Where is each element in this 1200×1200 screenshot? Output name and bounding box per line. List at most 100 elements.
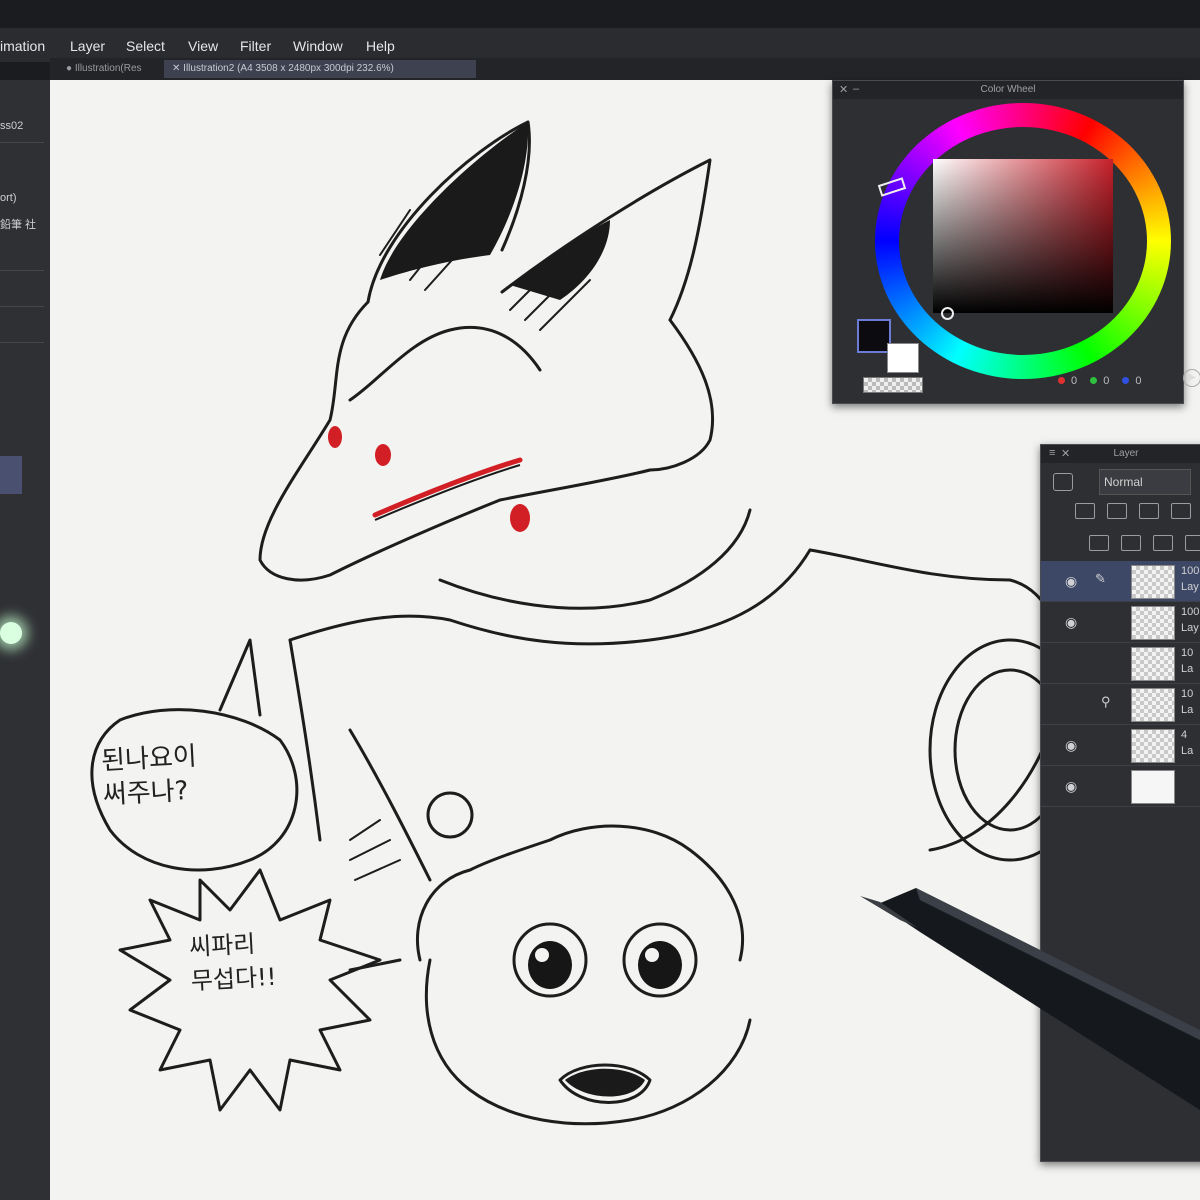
speech-line: 된나요이 [100,741,198,777]
layer-thumbnail [1131,729,1175,763]
fox-red-markings [328,426,530,532]
speech-line: 씨파리 [188,929,257,962]
menu-select[interactable]: Select [126,38,165,54]
tablet-light [0,622,22,644]
fox-right-ear-dark [510,220,610,300]
color-wheel-panel: ✕ – Color Wheel 0 0 0 ▶ [832,80,1200,404]
tab-illustration-1[interactable]: ● Illustration(Res [58,60,174,78]
tab-label: Illustration(Res [74,63,142,74]
layer-row[interactable]: ⚲ 10 La [1041,684,1200,725]
eye-icon[interactable]: ◉ [1065,778,1077,795]
layer-mask-icon[interactable] [1053,473,1073,491]
green-dot-icon [1090,377,1098,384]
eye-icon[interactable]: ◉ [1065,614,1077,631]
layer-opacity: 100 [1181,565,1200,577]
left-panel-selected-item[interactable] [0,456,22,494]
menu-view[interactable]: View [188,38,218,54]
blend-mode-select[interactable]: Normal [1099,469,1191,495]
jacket-collar [288,548,812,646]
menu-filter[interactable]: Filter [240,38,271,54]
menu-help[interactable]: Help [366,38,395,54]
layer-row[interactable]: ◉ 100 Lay [1041,602,1200,643]
layer-name: Lay [1181,581,1199,593]
layer-row[interactable]: ◉ ✎ 100 Lay [1041,561,1200,602]
red-dot-icon [1058,377,1065,384]
raccoon-left-pupil [528,941,572,989]
green-value: 0 [1103,375,1110,387]
speech-line: 써주나? [102,776,190,811]
red-value: 0 [1071,375,1078,387]
lock-icon[interactable] [1139,503,1159,519]
raccoon-mouth-fill [565,1068,645,1097]
tab-illustration-2[interactable]: ✕ Illustration2 (A4 3508 x 2480px 300dpi… [164,60,476,78]
layer-opacity: 10 [1181,647,1194,659]
layer-opacity: 10 [1181,688,1194,700]
fox-snout [258,300,652,582]
divider [0,142,44,143]
layer-name: La [1181,663,1194,675]
new-layer-icon[interactable] [1089,535,1109,551]
layer-row[interactable]: ◉ 4 La [1041,725,1200,766]
speech-bubble-1-tail [218,638,262,717]
layer-row[interactable]: 10 La [1041,643,1200,684]
fox-cheek [648,318,715,472]
layer-thumbnail [1131,606,1175,640]
layer-name: La [1181,704,1194,716]
red-mark-center [375,444,391,466]
left-panel-label: ort) [0,192,17,204]
stylus-pen-image [860,888,1200,1110]
merge-layer-icon[interactable] [1185,535,1200,551]
saturation-value-square[interactable] [933,159,1113,313]
copy-layer-icon[interactable] [1153,535,1173,551]
menu-layer[interactable]: Layer [70,38,105,54]
left-panel-label: ss02 [0,120,24,132]
panel-header[interactable]: ≡ ✕ Layer [1041,445,1200,463]
layer-name: La [1181,745,1194,757]
jacket-flap [348,728,432,882]
layer-thumbnail [1131,647,1175,681]
layer-thumbnail [1131,770,1175,804]
raccoon-right-highlight [645,948,659,962]
eye-icon[interactable]: ◉ [1065,737,1077,754]
left-panel-label: 鉛筆 社 [0,219,37,231]
clip-icon[interactable] [1171,503,1191,519]
jacket-sleeve [808,548,1065,852]
blue-dot-icon [1122,377,1130,384]
menu-bar [0,28,1200,62]
cycle-arrow-icon[interactable]: ▶ [1183,369,1200,387]
new-folder-icon[interactable] [1121,535,1141,551]
raccoon-left-highlight [535,948,549,962]
panel-title: Layer [1113,448,1139,459]
sv-cursor[interactable] [941,307,954,320]
tab-label: Illustration2 (A4 3508 x 2480px 300dpi 2… [183,63,394,74]
layer-thumbnail [1131,565,1175,599]
layer-row[interactable]: ◉ [1041,766,1200,807]
raccoon-right-pupil [638,941,682,989]
transparent-color-swatch[interactable] [863,377,923,393]
red-mark-cheek [510,504,530,532]
fox-collar [438,508,752,610]
rgb-readout: 0 0 0 [1048,375,1142,387]
divider [0,270,44,271]
main-color-swatch[interactable] [857,319,891,353]
reference-layer-icon[interactable] [1107,503,1127,519]
divider [0,306,44,307]
menu-window[interactable]: Window [293,38,343,54]
menu-animation[interactable]: imation [0,38,45,54]
fox-left-ear-dark [380,122,529,280]
red-mark-left [328,426,342,448]
sub-color-swatch[interactable] [887,343,919,373]
fox-fur-tuft [348,325,542,402]
eye-icon[interactable]: ◉ [1065,573,1077,590]
layer-opacity: 100 [1181,606,1200,618]
pen-body [878,888,1200,1110]
speech-line: 무섭다!! [190,962,278,996]
speech-bubble-1-text: 된나요이 써주나? [100,740,199,813]
jacket-button [426,791,474,839]
panel-header[interactable]: ✕ – Color Wheel [833,81,1183,99]
layer-opacity: 4 [1181,729,1188,741]
jacket-hatching [349,819,401,881]
layer-thumbnail [1131,688,1175,722]
layer-tool-icon[interactable] [1075,503,1095,519]
reference-icon: ⚲ [1101,694,1111,709]
